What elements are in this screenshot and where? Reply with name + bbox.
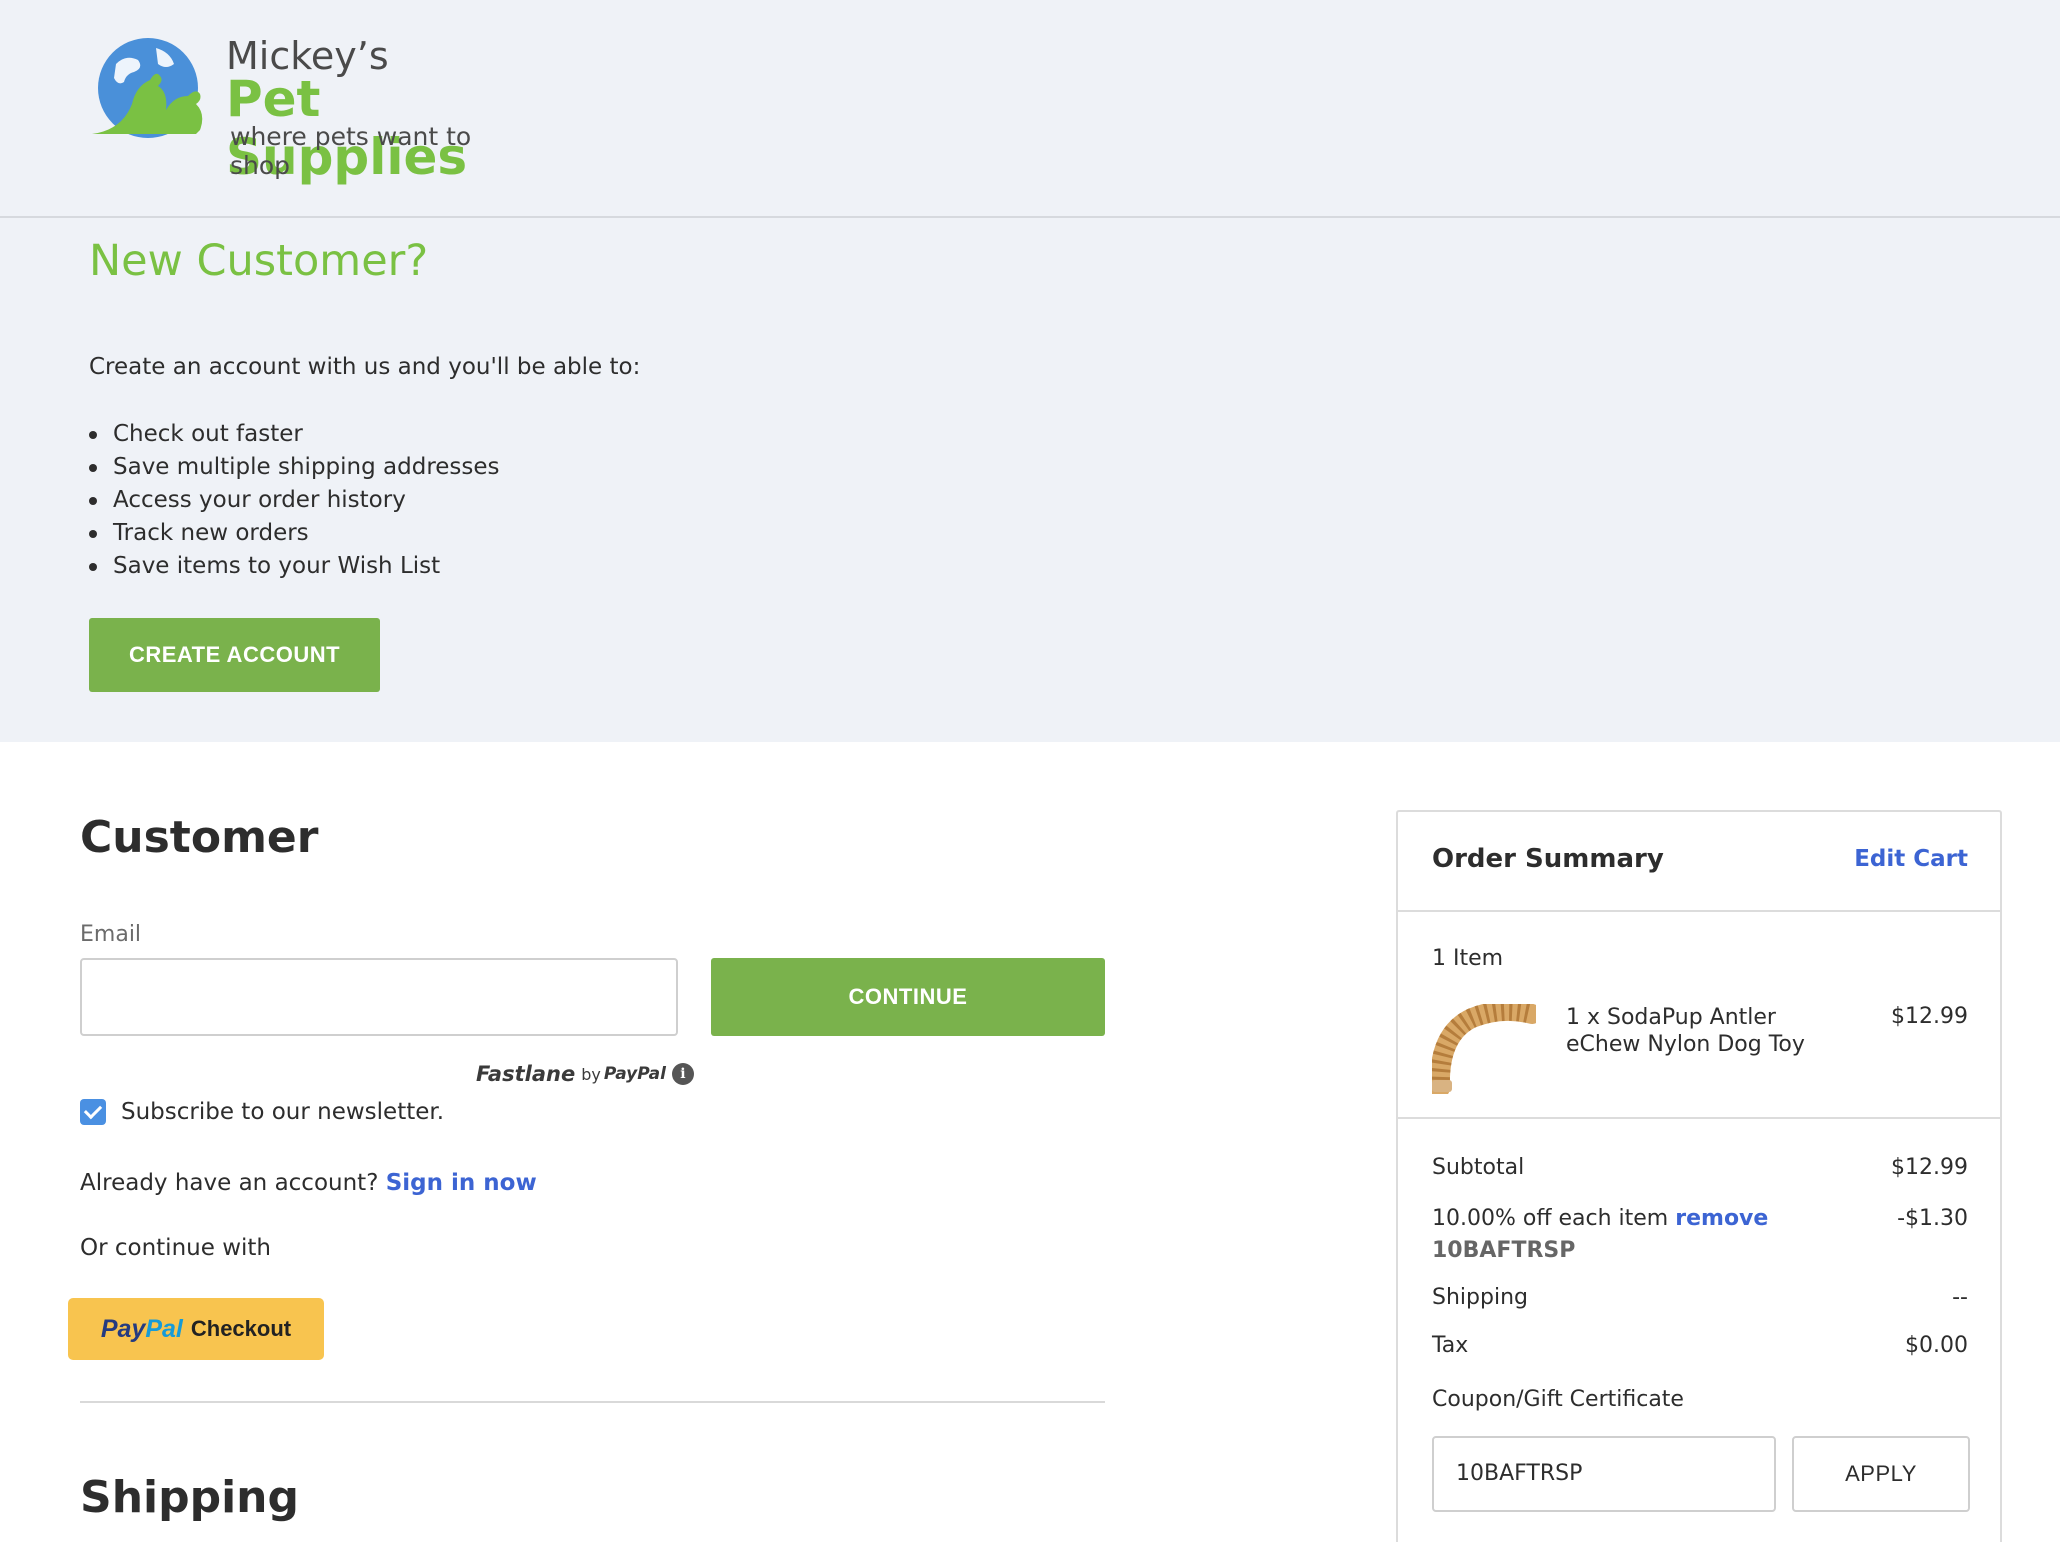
item-count: 1 Item	[1432, 946, 1504, 971]
shipping-value: --	[1952, 1285, 1968, 1310]
sign-in-link[interactable]: Sign in now	[386, 1170, 537, 1196]
email-field[interactable]	[80, 958, 678, 1036]
customer-heading: Customer	[80, 812, 319, 863]
info-icon[interactable]: i	[671, 1063, 694, 1085]
order-items: 1 Item 1 x SodaPup Antler eChew Nylon Do…	[1398, 912, 2000, 1119]
discount-code: 10BAFTRSP	[1432, 1238, 1576, 1263]
remove-coupon-link[interactable]: remove	[1675, 1206, 1768, 1231]
discount-row: 10.00% off each item remove 10BAFTRSP -$…	[1432, 1203, 1968, 1267]
store-logo[interactable]: Mickey’s Pet Supplies where pets want to…	[86, 34, 526, 186]
benefits-list: Check out faster Save multiple shipping …	[89, 418, 500, 583]
tax-label: Tax	[1432, 1333, 1469, 1358]
order-summary-title: Order Summary	[1432, 844, 1664, 874]
edit-cart-link[interactable]: Edit Cart	[1854, 846, 1968, 872]
fastlane-provider: PayPal	[603, 1064, 666, 1084]
discount-value: -$1.30	[1897, 1206, 1968, 1231]
list-item: Save items to your Wish List	[89, 550, 500, 583]
new-customer-intro: Create an account with us and you'll be …	[89, 354, 641, 380]
shipping-label: Shipping	[1432, 1285, 1528, 1310]
pets-globe-icon	[92, 38, 203, 138]
newsletter-option[interactable]: Subscribe to our newsletter.	[80, 1099, 444, 1125]
list-item: Access your order history	[89, 484, 500, 517]
fastlane-by: by	[581, 1064, 601, 1084]
order-summary-panel: Order Summary Edit Cart 1 Item 1 x SodaP…	[1396, 810, 2002, 1542]
coupon-label: Coupon/Gift Certificate	[1432, 1387, 1684, 1412]
order-summary-header: Order Summary Edit Cart	[1398, 812, 2000, 912]
paypal-checkout-button[interactable]: PayPal Checkout	[68, 1298, 324, 1360]
new-customer-section: New Customer? Create an account with us …	[0, 218, 2060, 742]
site-header: Mickey’s Pet Supplies where pets want to…	[0, 0, 2060, 218]
coupon-input[interactable]: 10BAFTRSP	[1432, 1436, 1776, 1512]
tax-row: Tax $0.00	[1432, 1333, 1968, 1358]
subtotal-row: Subtotal $12.99	[1432, 1155, 1968, 1180]
paypal-checkout-label: Checkout	[190, 1316, 292, 1341]
new-customer-title: New Customer?	[89, 236, 429, 286]
fastlane-name: Fastlane	[476, 1062, 576, 1086]
discount-label: 10.00% off each item	[1432, 1206, 1669, 1231]
shipping-heading: Shipping	[80, 1472, 299, 1523]
newsletter-label[interactable]: Subscribe to our newsletter.	[121, 1099, 444, 1125]
section-divider	[80, 1401, 1105, 1403]
continue-button[interactable]: CONTINUE	[711, 958, 1105, 1036]
shipping-row: Shipping --	[1432, 1285, 1968, 1310]
list-item: Save multiple shipping addresses	[89, 451, 500, 484]
subtotal-value: $12.99	[1891, 1155, 1968, 1180]
tax-value: $0.00	[1905, 1333, 1968, 1358]
product-name: 1 x SodaPup Antler eChew Nylon Dog Toy	[1566, 1005, 1805, 1057]
product-thumbnail	[1432, 1004, 1536, 1094]
product-price: $12.99	[1891, 1004, 1968, 1029]
email-label: Email	[80, 922, 142, 947]
apply-coupon-button[interactable]: APPLY	[1792, 1436, 1970, 1512]
account-prompt-text: Already have an account?	[80, 1170, 379, 1196]
list-item: Check out faster	[89, 418, 500, 451]
subtotal-label: Subtotal	[1432, 1155, 1525, 1180]
paypal-logo: PayPal	[100, 1314, 183, 1343]
fastlane-badge: Fastlane by PayPal i	[476, 1062, 694, 1086]
newsletter-checkbox[interactable]	[80, 1099, 106, 1125]
continue-with-text: Or continue with	[80, 1235, 271, 1261]
logo-tagline: where pets want to shop	[230, 122, 472, 180]
create-account-button[interactable]: CREATE ACCOUNT	[89, 618, 380, 692]
signin-prompt: Already have an account? Sign in now	[80, 1170, 537, 1196]
list-item: Track new orders	[89, 517, 500, 550]
